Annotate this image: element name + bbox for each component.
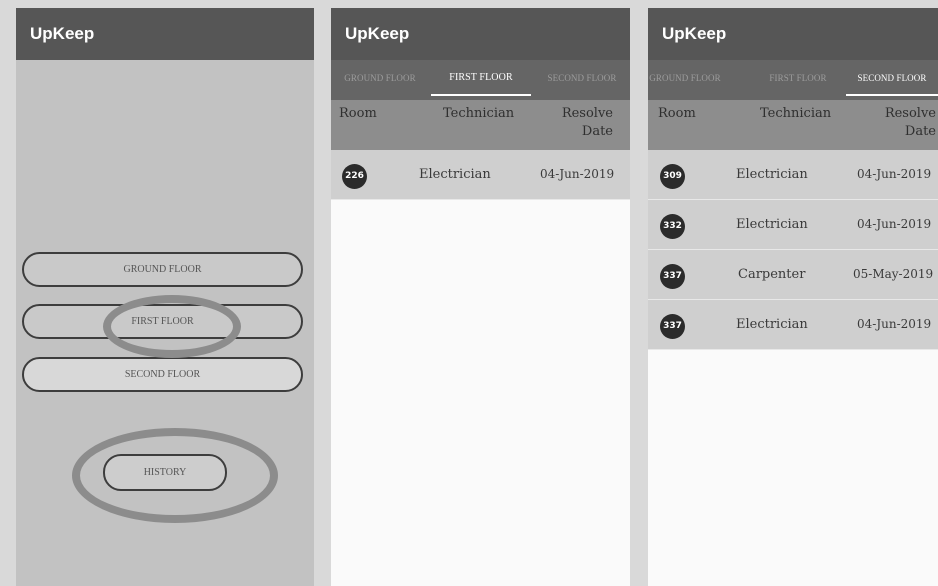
column-resolve-line1: Resolve — [561, 106, 613, 121]
tab-second-floor[interactable]: SECOND FLOOR — [534, 60, 630, 100]
tab-ground-floor[interactable]: GROUND FLOOR — [648, 60, 722, 100]
first-floor-highlight-ring — [103, 295, 241, 358]
column-resolve-line2: Date — [904, 124, 936, 139]
technician-cell: Electrician — [736, 167, 808, 182]
floor-tab-bar: GROUND FLOOR FIRST FLOOR SECOND FLOOR — [648, 60, 938, 100]
column-room: Room — [658, 106, 696, 121]
room-badge: 309 — [660, 164, 685, 189]
column-resolve-date: Resolve Date — [885, 106, 936, 139]
room-badge: 332 — [660, 214, 685, 239]
app-bar-title: UpKeep — [331, 8, 630, 60]
technician-cell: Carpenter — [738, 267, 806, 282]
table-row[interactable]: 337 Electrician 04-Jun-2019 — [648, 300, 938, 350]
column-resolve-line1: Resolve — [884, 106, 936, 121]
app-bar-title: UpKeep — [16, 8, 314, 60]
room-badge: 337 — [660, 264, 685, 289]
date-cell: 04-Jun-2019 — [857, 217, 932, 231]
technician-cell: Electrician — [736, 317, 808, 332]
tab-first-floor[interactable]: FIRST FLOOR — [748, 60, 848, 100]
technician-cell: Electrician — [736, 217, 808, 232]
first-floor-screen: UpKeep GROUND FLOOR FIRST FLOOR SECOND F… — [331, 8, 630, 586]
column-technician: Technician — [760, 106, 832, 121]
second-floor-screen: UpKeep GROUND FLOOR FIRST FLOOR SECOND F… — [648, 8, 938, 586]
column-resolve-date: Resolve Date — [562, 106, 613, 139]
date-cell: 04-Jun-2019 — [857, 167, 932, 181]
table-row[interactable]: 332 Electrician 04-Jun-2019 — [648, 200, 938, 250]
table-row[interactable]: 337 Carpenter 05-May-2019 — [648, 250, 938, 300]
app-bar-title: UpKeep — [648, 8, 938, 60]
room-badge: 226 — [342, 164, 367, 189]
home-screen: UpKeep GROUND FLOOR FIRST FLOOR SECOND F… — [16, 8, 314, 586]
table-header: Room Technician Resolve Date — [331, 100, 630, 150]
tab-ground-floor[interactable]: GROUND FLOOR — [331, 60, 429, 100]
table-row[interactable]: 309 Electrician 04-Jun-2019 — [648, 150, 938, 200]
table-row[interactable]: 226 Electrician 04-Jun-2019 — [331, 150, 630, 200]
active-tab-indicator — [846, 94, 938, 96]
date-cell: 04-Jun-2019 — [540, 167, 615, 181]
table-header: Room Technician Resolve Date — [648, 100, 938, 150]
date-cell: 05-May-2019 — [853, 267, 934, 281]
technician-cell: Electrician — [419, 167, 491, 182]
column-resolve-line2: Date — [581, 124, 613, 139]
active-tab-indicator — [431, 94, 531, 96]
floor-tab-bar: GROUND FLOOR FIRST FLOOR SECOND FLOOR — [331, 60, 630, 100]
date-cell: 04-Jun-2019 — [857, 317, 932, 331]
column-technician: Technician — [443, 106, 515, 121]
column-room: Room — [339, 106, 377, 121]
second-floor-button[interactable]: SECOND FLOOR — [22, 357, 303, 392]
room-badge: 337 — [660, 314, 685, 339]
ground-floor-button[interactable]: GROUND FLOOR — [22, 252, 303, 287]
history-highlight-ring — [72, 428, 278, 523]
